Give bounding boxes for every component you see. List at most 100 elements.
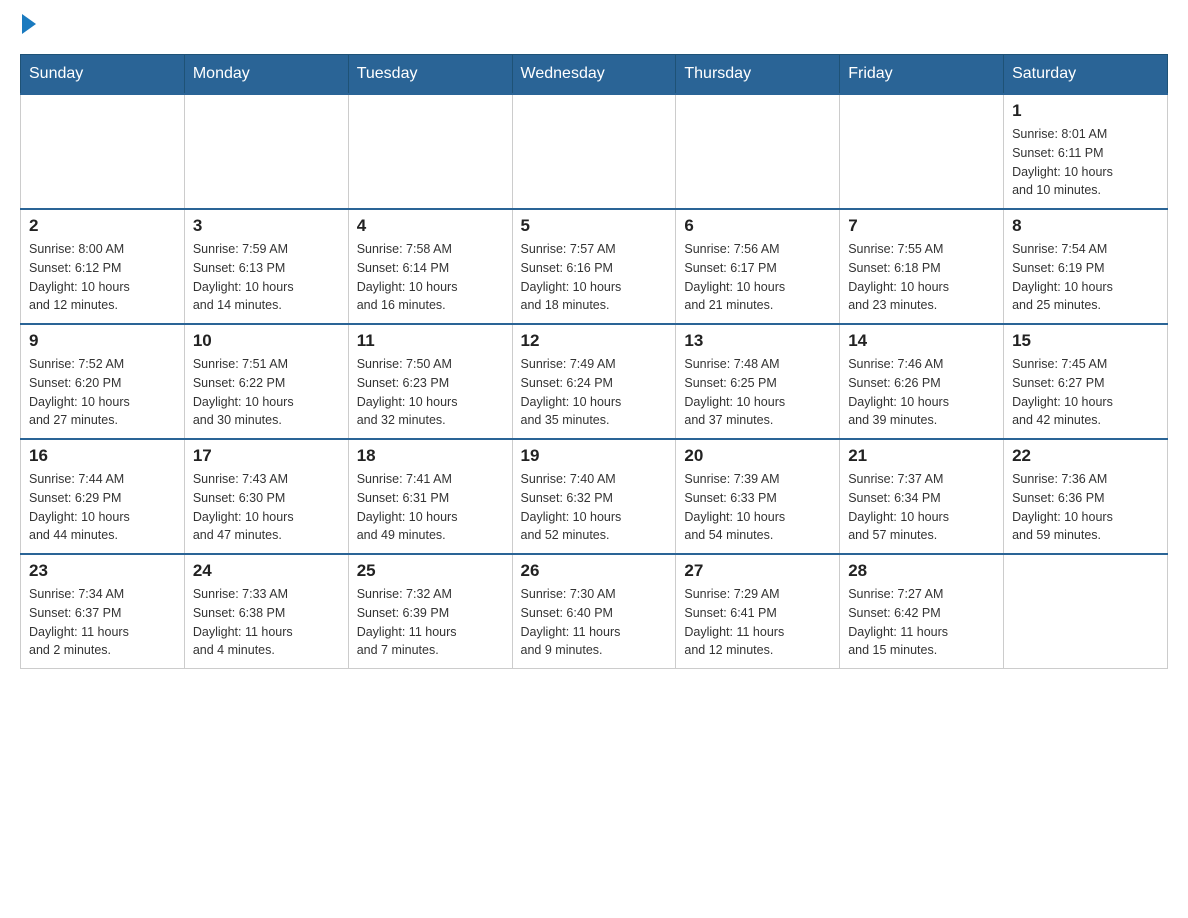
- page-header: [20, 20, 1168, 34]
- calendar-cell: 5 Sunrise: 7:57 AM Sunset: 6:16 PM Daylig…: [512, 209, 676, 324]
- weekday-header-tuesday: Tuesday: [348, 55, 512, 95]
- day-info: Sunrise: 7:41 AM Sunset: 6:31 PM Dayligh…: [357, 470, 504, 545]
- day-number: 20: [684, 446, 831, 466]
- calendar-row-4: 23 Sunrise: 7:34 AM Sunset: 6:37 PM Dayli…: [21, 554, 1168, 669]
- calendar-cell: 3 Sunrise: 7:59 AM Sunset: 6:13 PM Daylig…: [184, 209, 348, 324]
- calendar-cell: 18 Sunrise: 7:41 AM Sunset: 6:31 PM Dayli…: [348, 439, 512, 554]
- day-number: 24: [193, 561, 340, 581]
- day-info: Sunrise: 7:40 AM Sunset: 6:32 PM Dayligh…: [521, 470, 668, 545]
- calendar-cell: 13 Sunrise: 7:48 AM Sunset: 6:25 PM Dayli…: [676, 324, 840, 439]
- day-number: 1: [1012, 101, 1159, 121]
- day-info: Sunrise: 7:51 AM Sunset: 6:22 PM Dayligh…: [193, 355, 340, 430]
- day-number: 26: [521, 561, 668, 581]
- day-number: 22: [1012, 446, 1159, 466]
- calendar-cell: 14 Sunrise: 7:46 AM Sunset: 6:26 PM Dayli…: [840, 324, 1004, 439]
- calendar-cell: 11 Sunrise: 7:50 AM Sunset: 6:23 PM Dayli…: [348, 324, 512, 439]
- calendar-cell: [840, 94, 1004, 209]
- day-number: 6: [684, 216, 831, 236]
- day-info: Sunrise: 7:58 AM Sunset: 6:14 PM Dayligh…: [357, 240, 504, 315]
- day-number: 10: [193, 331, 340, 351]
- calendar-cell: [21, 94, 185, 209]
- weekday-header-wednesday: Wednesday: [512, 55, 676, 95]
- day-info: Sunrise: 7:59 AM Sunset: 6:13 PM Dayligh…: [193, 240, 340, 315]
- day-number: 17: [193, 446, 340, 466]
- calendar-cell: 6 Sunrise: 7:56 AM Sunset: 6:17 PM Daylig…: [676, 209, 840, 324]
- day-number: 3: [193, 216, 340, 236]
- calendar-cell: 21 Sunrise: 7:37 AM Sunset: 6:34 PM Dayli…: [840, 439, 1004, 554]
- calendar-cell: 28 Sunrise: 7:27 AM Sunset: 6:42 PM Dayli…: [840, 554, 1004, 669]
- weekday-header-friday: Friday: [840, 55, 1004, 95]
- day-info: Sunrise: 8:00 AM Sunset: 6:12 PM Dayligh…: [29, 240, 176, 315]
- day-number: 13: [684, 331, 831, 351]
- day-info: Sunrise: 7:57 AM Sunset: 6:16 PM Dayligh…: [521, 240, 668, 315]
- calendar-row-0: 1 Sunrise: 8:01 AM Sunset: 6:11 PM Daylig…: [21, 94, 1168, 209]
- day-info: Sunrise: 7:46 AM Sunset: 6:26 PM Dayligh…: [848, 355, 995, 430]
- calendar-cell: 12 Sunrise: 7:49 AM Sunset: 6:24 PM Dayli…: [512, 324, 676, 439]
- calendar-cell: 27Sunrise: 7:29 AM Sunset: 6:41 PM Dayli…: [676, 554, 840, 669]
- day-number: 5: [521, 216, 668, 236]
- calendar-row-1: 2 Sunrise: 8:00 AM Sunset: 6:12 PM Daylig…: [21, 209, 1168, 324]
- day-info: Sunrise: 7:36 AM Sunset: 6:36 PM Dayligh…: [1012, 470, 1159, 545]
- calendar-cell: 22 Sunrise: 7:36 AM Sunset: 6:36 PM Dayli…: [1004, 439, 1168, 554]
- calendar-cell: 20 Sunrise: 7:39 AM Sunset: 6:33 PM Dayli…: [676, 439, 840, 554]
- day-number: 2: [29, 216, 176, 236]
- calendar-cell: [1004, 554, 1168, 669]
- day-info: Sunrise: 7:27 AM Sunset: 6:42 PM Dayligh…: [848, 585, 995, 660]
- calendar-cell: 15 Sunrise: 7:45 AM Sunset: 6:27 PM Dayli…: [1004, 324, 1168, 439]
- day-number: 9: [29, 331, 176, 351]
- calendar-cell: 24 Sunrise: 7:33 AM Sunset: 6:38 PM Dayli…: [184, 554, 348, 669]
- calendar-cell: 9 Sunrise: 7:52 AM Sunset: 6:20 PM Daylig…: [21, 324, 185, 439]
- day-number: 21: [848, 446, 995, 466]
- calendar-cell: 10 Sunrise: 7:51 AM Sunset: 6:22 PM Dayli…: [184, 324, 348, 439]
- day-info: Sunrise: 7:44 AM Sunset: 6:29 PM Dayligh…: [29, 470, 176, 545]
- calendar-cell: 1 Sunrise: 8:01 AM Sunset: 6:11 PM Daylig…: [1004, 94, 1168, 209]
- calendar-cell: 26 Sunrise: 7:30 AM Sunset: 6:40 PM Dayli…: [512, 554, 676, 669]
- calendar-cell: 17 Sunrise: 7:43 AM Sunset: 6:30 PM Dayli…: [184, 439, 348, 554]
- day-info: Sunrise: 8:01 AM Sunset: 6:11 PM Dayligh…: [1012, 125, 1159, 200]
- logo: [20, 20, 36, 34]
- calendar-cell: [512, 94, 676, 209]
- day-number: 18: [357, 446, 504, 466]
- day-info: Sunrise: 7:34 AM Sunset: 6:37 PM Dayligh…: [29, 585, 176, 660]
- weekday-header-row: SundayMondayTuesdayWednesdayThursdayFrid…: [21, 55, 1168, 95]
- day-info: Sunrise: 7:33 AM Sunset: 6:38 PM Dayligh…: [193, 585, 340, 660]
- day-number: 25: [357, 561, 504, 581]
- day-number: 15: [1012, 331, 1159, 351]
- day-info: Sunrise: 7:37 AM Sunset: 6:34 PM Dayligh…: [848, 470, 995, 545]
- day-info: Sunrise: 7:55 AM Sunset: 6:18 PM Dayligh…: [848, 240, 995, 315]
- day-info: Sunrise: 7:49 AM Sunset: 6:24 PM Dayligh…: [521, 355, 668, 430]
- day-info: Sunrise: 7:45 AM Sunset: 6:27 PM Dayligh…: [1012, 355, 1159, 430]
- day-number: 7: [848, 216, 995, 236]
- day-info: Sunrise: 7:43 AM Sunset: 6:30 PM Dayligh…: [193, 470, 340, 545]
- day-info: Sunrise: 7:48 AM Sunset: 6:25 PM Dayligh…: [684, 355, 831, 430]
- calendar-cell: 25 Sunrise: 7:32 AM Sunset: 6:39 PM Dayli…: [348, 554, 512, 669]
- calendar-cell: 8 Sunrise: 7:54 AM Sunset: 6:19 PM Daylig…: [1004, 209, 1168, 324]
- weekday-header-monday: Monday: [184, 55, 348, 95]
- day-number: 28: [848, 561, 995, 581]
- calendar-cell: [348, 94, 512, 209]
- day-info: Sunrise: 7:52 AM Sunset: 6:20 PM Dayligh…: [29, 355, 176, 430]
- calendar-cell: 19 Sunrise: 7:40 AM Sunset: 6:32 PM Dayli…: [512, 439, 676, 554]
- calendar-row-2: 9 Sunrise: 7:52 AM Sunset: 6:20 PM Daylig…: [21, 324, 1168, 439]
- day-info: Sunrise: 7:50 AM Sunset: 6:23 PM Dayligh…: [357, 355, 504, 430]
- weekday-header-sunday: Sunday: [21, 55, 185, 95]
- logo-arrow-icon: [22, 14, 36, 34]
- day-info: Sunrise: 7:30 AM Sunset: 6:40 PM Dayligh…: [521, 585, 668, 660]
- calendar-cell: 2 Sunrise: 8:00 AM Sunset: 6:12 PM Daylig…: [21, 209, 185, 324]
- day-info: Sunrise: 7:56 AM Sunset: 6:17 PM Dayligh…: [684, 240, 831, 315]
- calendar-row-3: 16Sunrise: 7:44 AM Sunset: 6:29 PM Dayli…: [21, 439, 1168, 554]
- day-info: Sunrise: 7:32 AM Sunset: 6:39 PM Dayligh…: [357, 585, 504, 660]
- calendar-table: SundayMondayTuesdayWednesdayThursdayFrid…: [20, 54, 1168, 669]
- day-number: 23: [29, 561, 176, 581]
- calendar-cell: 7 Sunrise: 7:55 AM Sunset: 6:18 PM Daylig…: [840, 209, 1004, 324]
- day-number: 14: [848, 331, 995, 351]
- day-number: 8: [1012, 216, 1159, 236]
- day-info: Sunrise: 7:54 AM Sunset: 6:19 PM Dayligh…: [1012, 240, 1159, 315]
- weekday-header-saturday: Saturday: [1004, 55, 1168, 95]
- day-number: 12: [521, 331, 668, 351]
- weekday-header-thursday: Thursday: [676, 55, 840, 95]
- day-number: 11: [357, 331, 504, 351]
- day-info: Sunrise: 7:39 AM Sunset: 6:33 PM Dayligh…: [684, 470, 831, 545]
- calendar-cell: 16Sunrise: 7:44 AM Sunset: 6:29 PM Dayli…: [21, 439, 185, 554]
- day-number: 19: [521, 446, 668, 466]
